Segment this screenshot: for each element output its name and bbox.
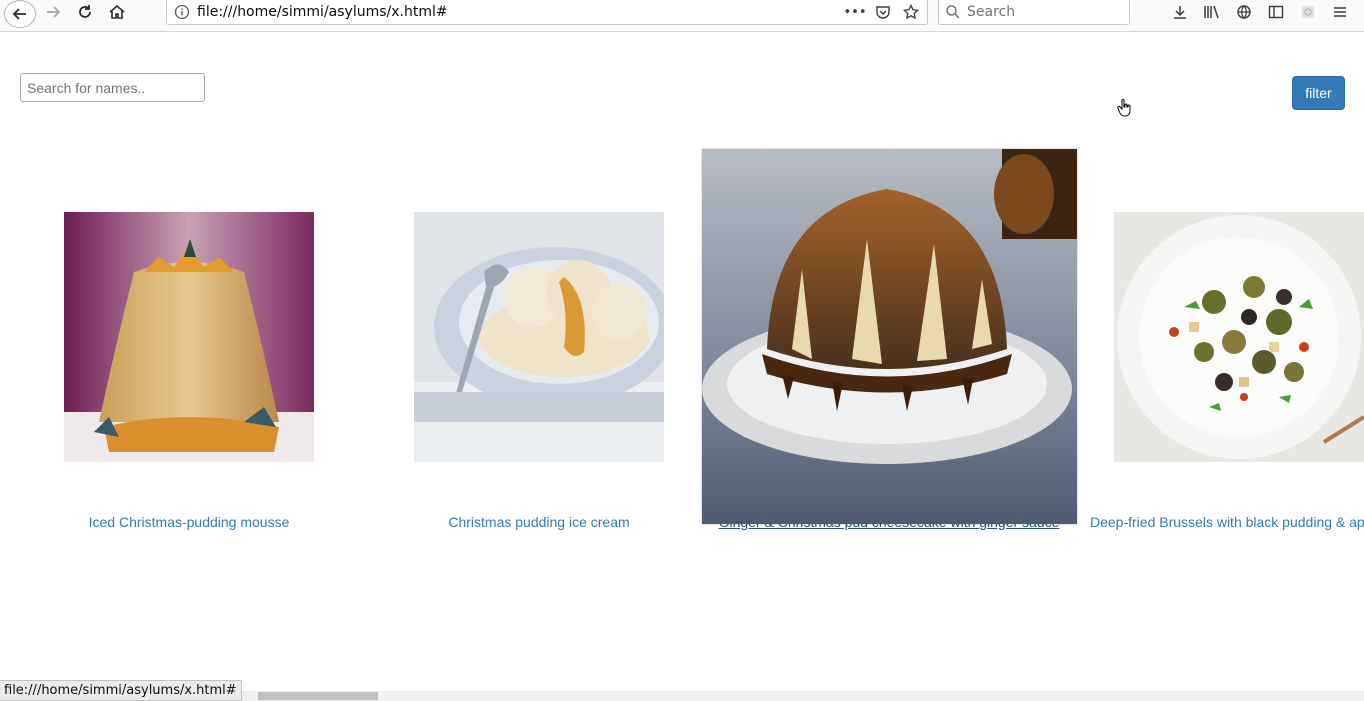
recipe-image[interactable] (414, 212, 664, 462)
home-button[interactable] (106, 0, 128, 24)
info-icon[interactable] (167, 0, 197, 25)
browser-search-bar[interactable]: Search (938, 0, 1130, 25)
menu-icon[interactable] (1324, 0, 1356, 24)
bookmark-star-icon[interactable] (901, 2, 921, 22)
hand-cursor-icon (1117, 99, 1131, 117)
address-bar[interactable]: file:///home/simmi/asylums/x.html# ••• (166, 0, 928, 25)
recipe-image[interactable] (1114, 212, 1364, 462)
reload-icon (79, 5, 91, 18)
arrow-left-icon (12, 8, 26, 20)
downloads-icon[interactable] (1164, 0, 1196, 24)
browser-search-placeholder: Search (967, 4, 1016, 20)
url-actions: ••• (844, 2, 927, 22)
scrollbar-thumb[interactable] (258, 692, 378, 700)
extension-icon[interactable] (1292, 0, 1324, 24)
recipe-title-link[interactable]: Christmas pudding ice cream (448, 514, 629, 530)
forward-button[interactable] (42, 0, 64, 24)
toolbar-right-icons (1164, 0, 1356, 24)
globe-extension-icon[interactable] (1228, 0, 1260, 24)
page-content: filter (0, 33, 1364, 691)
recipe-title-link[interactable]: Iced Christmas-pudding mousse (89, 514, 290, 530)
url-text[interactable]: file:///home/simmi/asylums/x.html# (197, 4, 845, 20)
recipe-image[interactable] (64, 212, 314, 462)
recipe-image-zoomed[interactable] (702, 149, 1077, 524)
library-icon[interactable] (1196, 0, 1228, 24)
sidebar-icon[interactable] (1260, 0, 1292, 24)
recipe-title-link[interactable]: Deep-fried Brussels with black pudding &… (1090, 514, 1364, 530)
back-button[interactable] (4, 0, 36, 28)
more-actions-icon[interactable]: ••• (844, 2, 867, 22)
search-icon (946, 5, 960, 19)
name-search-input[interactable] (20, 73, 205, 102)
pocket-icon[interactable] (873, 2, 893, 22)
reload-button[interactable] (74, 0, 96, 24)
home-icon (109, 4, 125, 19)
status-bar: file:///home/simmi/asylums/x.html# (0, 680, 242, 701)
arrow-right-icon (47, 6, 61, 18)
filter-button[interactable]: filter (1292, 76, 1345, 110)
browser-toolbar: file:///home/simmi/asylums/x.html# ••• S… (0, 0, 1364, 32)
